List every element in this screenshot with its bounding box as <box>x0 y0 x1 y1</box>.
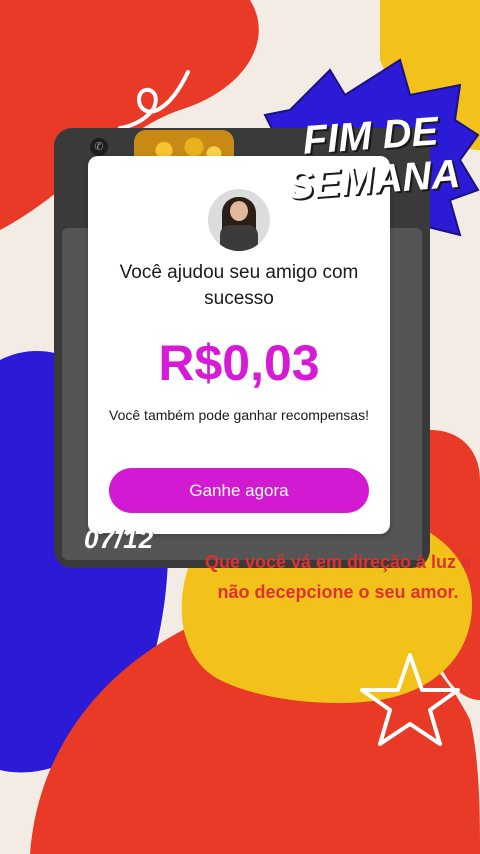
phone-icon: ✆ <box>90 138 108 156</box>
avatar-photo <box>208 189 270 251</box>
quote-text: Que você vá em direção à luz e não decep… <box>204 552 472 602</box>
avatar-face <box>230 201 248 221</box>
dialog-title: Você ajudou seu amigo com sucesso <box>119 262 359 309</box>
weekend-headline: FIM DE SEMANA <box>285 109 462 208</box>
avatar-body <box>220 225 258 251</box>
reward-amount: R$0,03 <box>158 335 320 391</box>
date-label: 07/12 <box>84 524 155 554</box>
dialog-subtitle: Você também pode ganhar recompensas! <box>109 407 369 423</box>
reward-dialog: Você ajudou seu amigo com sucesso R$0,03… <box>88 156 390 534</box>
earn-now-button[interactable]: Ganhe agora <box>109 468 369 513</box>
